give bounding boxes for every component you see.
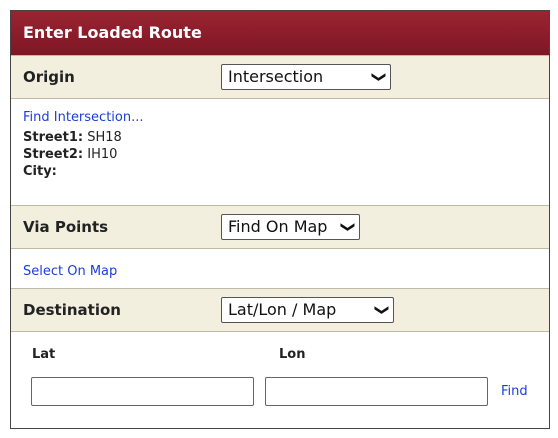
origin-type-select[interactable]: Intersection ❮ (221, 64, 391, 90)
destination-type-value: Lat/Lon / Map (228, 300, 337, 319)
via-points-row: Via Points Find On Map ❮ (11, 205, 549, 249)
via-points-value: Find On Map (228, 217, 328, 236)
origin-label: Origin (23, 68, 75, 86)
street2-value: IH10 (87, 147, 118, 162)
lon-input[interactable] (265, 377, 488, 406)
chevron-down-icon: ❮ (370, 71, 387, 83)
city-line: City: (23, 163, 144, 180)
find-intersection-link[interactable]: Find Intersection... (23, 109, 144, 127)
origin-row: Origin Intersection ❮ (11, 55, 549, 99)
lat-input[interactable] (31, 377, 254, 406)
destination-row: Destination Lat/Lon / Map ❮ (11, 288, 549, 332)
street1-label: Street1: (23, 130, 84, 145)
street1-line: Street1: SH18 (23, 129, 144, 146)
destination-label: Destination (23, 301, 121, 319)
find-coordinates-link[interactable]: Find (501, 384, 528, 399)
lat-label: Lat (32, 347, 56, 362)
chevron-down-icon: ❮ (373, 304, 390, 316)
destination-type-select[interactable]: Lat/Lon / Map ❮ (221, 297, 394, 323)
lon-label: Lon (279, 347, 306, 362)
street2-label: Street2: (23, 147, 84, 162)
origin-details: Find Intersection... Street1: SH18 Stree… (23, 109, 144, 180)
select-on-map-link[interactable]: Select On Map (23, 263, 117, 281)
via-points-select[interactable]: Find On Map ❮ (221, 214, 360, 240)
origin-type-value: Intersection (228, 67, 324, 86)
via-points-label: Via Points (23, 218, 109, 236)
street2-line: Street2: IH10 (23, 146, 144, 163)
chevron-down-icon: ❮ (339, 221, 356, 233)
panel-title: Enter Loaded Route (11, 11, 549, 55)
city-label: City: (23, 164, 57, 179)
street1-value: SH18 (87, 130, 122, 145)
enter-loaded-route-panel: Enter Loaded Route Origin Intersection ❮… (10, 10, 550, 429)
